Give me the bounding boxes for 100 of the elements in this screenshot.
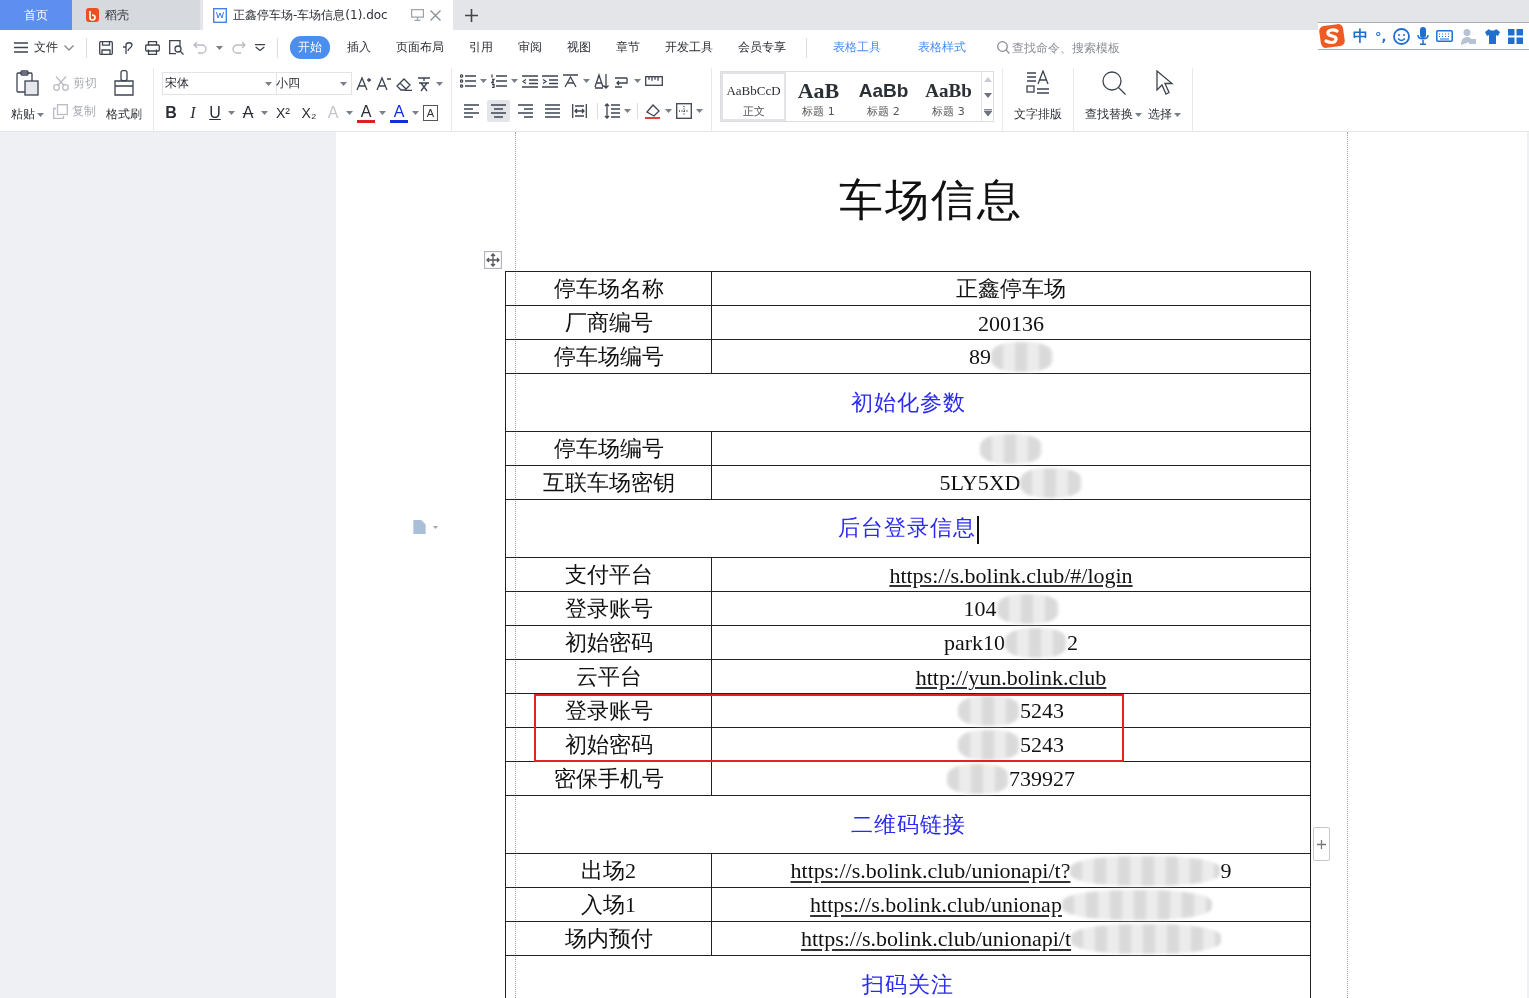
ribbon-tab[interactable]: 插入 [339, 36, 379, 59]
table-cell: 密保手机号 [505, 761, 712, 796]
scissors-icon [53, 76, 69, 92]
plus-icon[interactable] [465, 8, 478, 22]
close-icon[interactable] [430, 9, 441, 21]
ribbon-tab[interactable]: 会员专享 [730, 36, 794, 59]
format-button[interactable]: A [390, 103, 408, 123]
sort-icon[interactable] [594, 73, 610, 90]
ribbon-tab[interactable]: 视图 [559, 36, 599, 59]
ribbon-button[interactable]: 选择 [1145, 68, 1184, 131]
shrink-font-icon[interactable] [376, 76, 392, 92]
caret-icon[interactable] [216, 45, 223, 50]
table-cell: 支付平台 [505, 557, 712, 592]
microphone-icon[interactable] [1417, 27, 1430, 45]
line-spacing-icon[interactable] [604, 102, 620, 119]
caret-icon[interactable] [1174, 112, 1181, 117]
format-button[interactable]: A [357, 103, 375, 123]
monitor-icon[interactable] [411, 9, 424, 21]
table-cell: 互联车场密钥 [505, 465, 712, 500]
punctuation-toggle[interactable]: °, [1375, 28, 1387, 44]
ribbon-tab[interactable]: 开发工具 [657, 36, 721, 59]
move-handle-icon[interactable] [484, 251, 502, 269]
ribbon-tab[interactable]: 页面布局 [388, 36, 452, 59]
caret-icon[interactable] [624, 108, 631, 113]
caret-icon[interactable] [346, 111, 353, 116]
eraser-icon[interactable] [396, 76, 412, 91]
indent-icon[interactable] [542, 74, 558, 88]
format-button[interactable]: A [239, 104, 257, 123]
table-cell: 云平台 [505, 659, 712, 694]
grid-icon[interactable] [1508, 28, 1524, 44]
caret-icon[interactable] [412, 111, 419, 116]
caret-icon[interactable] [665, 108, 672, 113]
ribbon-button[interactable]: 查找替换 [1082, 68, 1145, 131]
style-option[interactable]: AaB 标题 1 [786, 72, 851, 121]
font-size-field[interactable]: 小四 [274, 72, 352, 96]
ribbon-button[interactable]: 文字排版 [1011, 68, 1065, 131]
caret-icon[interactable] [228, 111, 235, 116]
caret-icon[interactable] [1135, 112, 1142, 117]
table-cell: 场内预付 [505, 921, 712, 956]
format-button[interactable]: A [423, 105, 438, 122]
table-cell: 登录账号 [505, 591, 712, 626]
ribbon-button[interactable]: 粘贴 [8, 68, 47, 131]
caret-icon[interactable] [379, 111, 386, 116]
input-mode-toggle[interactable]: 中 [1353, 26, 1368, 46]
numbered-list-icon[interactable] [491, 74, 507, 89]
align-center-button[interactable] [487, 99, 510, 122]
caret-icon[interactable] [436, 81, 443, 86]
outdent-icon[interactable] [522, 74, 538, 88]
search-field[interactable]: 查找命令、搜索模板 [997, 40, 1162, 55]
ribbon-tab[interactable]: 章节 [608, 36, 648, 59]
format-button[interactable]: I [184, 104, 202, 123]
expand-icon[interactable] [983, 108, 992, 116]
add-column-button[interactable] [1313, 827, 1330, 861]
caret-icon[interactable] [511, 79, 518, 84]
ribbon-tab[interactable]: 审阅 [510, 36, 550, 59]
print-preview-icon[interactable] [169, 40, 184, 55]
chevron-down-icon[interactable] [255, 44, 265, 51]
redaction-blur [947, 763, 1009, 794]
format-button[interactable]: U [206, 104, 224, 123]
table-cell: 200136 [711, 305, 1311, 340]
search-icon [997, 41, 1010, 54]
file-menu-button[interactable]: 文件 [14, 39, 74, 56]
caret-icon[interactable] [433, 526, 438, 529]
caret-icon[interactable] [265, 81, 272, 86]
ribbon-tab[interactable]: 引用 [461, 36, 501, 59]
caret-icon[interactable] [634, 79, 641, 84]
bullet-list-icon[interactable] [460, 74, 476, 89]
scroll-down-icon[interactable] [983, 93, 992, 98]
caret-icon[interactable] [480, 79, 487, 84]
tab[interactable]: 正鑫停车场-车场信息(1).doc [203, 0, 453, 30]
keyboard-icon[interactable] [1436, 30, 1454, 42]
caret-icon[interactable] [340, 81, 347, 86]
style-option[interactable]: AaBbCcD 正文 [721, 72, 786, 121]
ruler-icon[interactable] [645, 76, 663, 87]
shirt-icon[interactable] [1484, 28, 1502, 44]
borders-icon[interactable] [676, 102, 692, 119]
cursor-icon [1153, 70, 1176, 96]
line-break-icon[interactable] [614, 74, 630, 88]
tab[interactable]: 稻壳 [72, 0, 200, 30]
font-name-field[interactable]: 宋体 [162, 72, 277, 96]
print-icon[interactable] [145, 40, 160, 55]
caret-icon[interactable] [583, 79, 590, 84]
text-direction-icon[interactable] [562, 74, 579, 89]
format-button[interactable]: X₂ [298, 105, 320, 122]
save-icon[interactable] [99, 40, 113, 55]
caret-icon[interactable] [37, 112, 44, 117]
caret-icon[interactable] [261, 111, 268, 116]
redaction-blur [958, 729, 1020, 760]
caret-icon[interactable] [696, 108, 703, 113]
clipboard-icon [15, 70, 40, 96]
section-heading: 后台登录信息 [837, 515, 976, 540]
style-option[interactable]: AaBb 标题 2 [851, 72, 916, 121]
format-button[interactable]: B [162, 104, 180, 123]
shading-icon[interactable] [644, 102, 661, 119]
grow-font-icon[interactable] [356, 76, 372, 92]
smiley-icon[interactable] [1393, 27, 1411, 45]
table-cell: 初始密码 [505, 625, 712, 660]
ribbon-button[interactable]: 格式刷 [103, 68, 145, 131]
style-option[interactable]: AaBb 标题 3 [916, 72, 981, 121]
format-button[interactable]: X² [272, 105, 294, 122]
